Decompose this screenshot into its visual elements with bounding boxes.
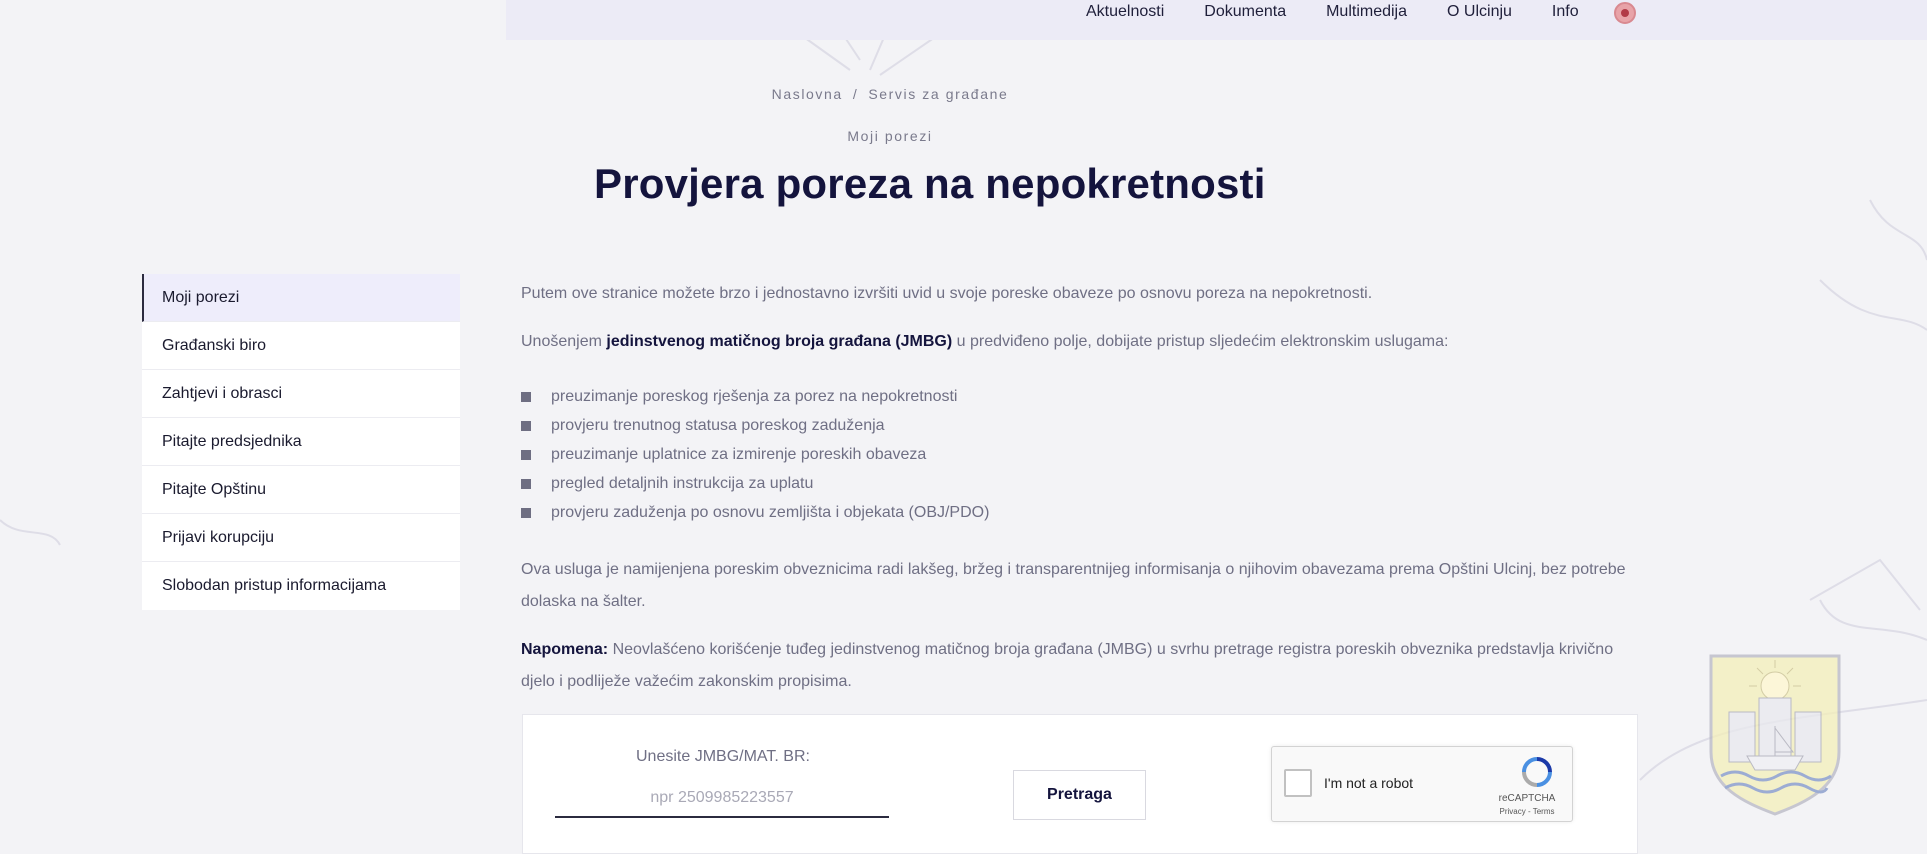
jmbg-text-post: u predviđeno polje, dobijate pristup slj…	[952, 333, 1449, 350]
breadcrumb-separator: /	[852, 86, 859, 102]
bullet-square-icon	[521, 478, 531, 489]
services-list: preuzimanje poreskog rješenja za porez n…	[521, 382, 989, 527]
recaptcha-widget: I'm not a robot reCAPTCHA Privacy - Term…	[1271, 746, 1573, 822]
sidebar-item-gradjanski-biro[interactable]: Građanski biro	[142, 322, 460, 370]
jmbg-input[interactable]	[555, 780, 889, 818]
main-navigation: Aktuelnosti Dokumenta Multimedija O Ulci…	[1086, 0, 1619, 24]
jmbg-text-bold: jedinstvenog matičnog broja građana (JMB…	[606, 333, 953, 350]
ulcinj-crest-icon	[1709, 654, 1841, 816]
nav-item-info[interactable]: Info	[1552, 3, 1579, 21]
jmbg-paragraph: Unošenjem jedinstvenog matičnog broja gr…	[521, 326, 1631, 358]
list-item: preuzimanje uplatnice za izmirenje pores…	[521, 440, 989, 469]
nav-item-aktuelnosti[interactable]: Aktuelnosti	[1086, 3, 1164, 21]
list-item: provjeru trenutnog statusa poreskog zadu…	[521, 411, 989, 440]
breadcrumb-current[interactable]: Servis za građane	[868, 86, 1008, 102]
sidebar-item-zahtjevi-i-obrasci[interactable]: Zahtjevi i obrasci	[142, 370, 460, 418]
sidebar-item-prijavi-korupciju[interactable]: Prijavi korupciju	[142, 514, 460, 562]
list-item: provjeru zaduženja po osnovu zemljišta i…	[521, 498, 989, 527]
list-item: preuzimanje poreskog rješenja za porez n…	[521, 382, 989, 411]
sidebar-item-pitajte-predsjednika[interactable]: Pitajte predsjednika	[142, 418, 460, 466]
flag-emblem	[1621, 9, 1629, 17]
service-text: provjeru trenutnog statusa poreskog zadu…	[551, 416, 885, 434]
nav-item-dokumenta[interactable]: Dokumenta	[1204, 3, 1286, 21]
jmbg-input-label: Unesite JMBG/MAT. BR:	[636, 748, 810, 765]
recaptcha-checkbox[interactable]	[1284, 769, 1312, 797]
breadcrumb: Naslovna / Servis za građane	[0, 86, 1780, 102]
sidebar-item-moji-porezi[interactable]: Moji porezi	[142, 274, 460, 322]
note-paragraph: Napomena: Neovlašćeno korišćenje tuđeg j…	[521, 634, 1631, 698]
service-text: provjeru zaduženja po osnovu zemljišta i…	[551, 503, 990, 521]
purpose-paragraph: Ova usluga je namijenjena poreskim obvez…	[521, 561, 1626, 610]
page-title: Provjera poreza na nepokretnosti	[594, 160, 1266, 207]
list-item: pregled detaljnih instrukcija za uplatu	[521, 469, 989, 498]
intro-paragraph: Putem ove stranice možete brzo i jednost…	[521, 285, 1373, 302]
nav-item-o-ulcinju[interactable]: O Ulcinju	[1447, 3, 1512, 21]
recaptcha-terms-link[interactable]: Privacy - Terms	[1492, 807, 1562, 816]
bullet-square-icon	[521, 420, 531, 431]
recaptcha-logo-icon	[1522, 757, 1552, 787]
nav-item-multimedija[interactable]: Multimedija	[1326, 3, 1407, 21]
note-text: Neovlašćeno korišćenje tuđeg jedinstveno…	[521, 641, 1614, 690]
sidebar-item-pitajte-opstinu[interactable]: Pitajte Opštinu	[142, 466, 460, 514]
jmbg-text-pre: Unošenjem	[521, 333, 607, 350]
bullet-square-icon	[521, 391, 531, 402]
note-label: Napomena:	[521, 641, 609, 658]
page-eyebrow: Moji porezi	[847, 128, 933, 144]
service-text: preuzimanje poreskog rješenja za porez n…	[551, 387, 958, 405]
sidebar-menu: Moji porezi Građanski biro Zahtjevi i ob…	[142, 274, 460, 610]
sidebar-item-slobodan-pristup[interactable]: Slobodan pristup informacijama	[142, 562, 460, 610]
search-button[interactable]: Pretraga	[1013, 770, 1146, 820]
flag-albania-icon[interactable]	[1614, 2, 1636, 24]
service-text: pregled detaljnih instrukcija za uplatu	[551, 474, 814, 492]
bullet-square-icon	[521, 507, 531, 518]
recaptcha-label: I'm not a robot	[1324, 775, 1414, 791]
breadcrumb-home[interactable]: Naslovna	[772, 86, 843, 102]
recaptcha-brand: reCAPTCHA	[1498, 793, 1556, 804]
service-text: preuzimanje uplatnice za izmirenje pores…	[551, 445, 927, 463]
bullet-square-icon	[521, 449, 531, 460]
